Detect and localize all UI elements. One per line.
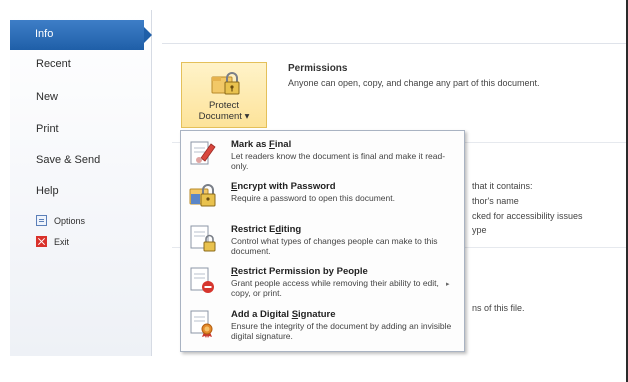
restrict-editing-icon (190, 225, 216, 252)
encrypt-with-password-description: Require a password to open this document… (231, 193, 395, 203)
menu-item-restrict-editing[interactable]: Restrict Editing Control what types of c… (184, 220, 461, 262)
prepare-text-3: cked for accessibility issues (472, 211, 583, 221)
mark-as-final-description: Let readers know the document is final a… (231, 151, 446, 171)
nav-item-info[interactable]: Info (10, 20, 152, 50)
nav-item-new[interactable]: New (36, 91, 58, 103)
digital-signature-description: Ensure the integrity of the document by … (231, 321, 452, 341)
protect-document-menu: Mark as Final Let readers know the docum… (180, 130, 465, 352)
encrypt-lock-icon (189, 184, 216, 207)
digital-signature-title: Add a Digital Signature (231, 309, 336, 320)
restrict-editing-title: Restrict Editing (231, 224, 302, 235)
restrict-editing-description: Control what types of changes people can… (231, 236, 438, 256)
menu-item-mark-as-final[interactable]: Mark as Final Let readers know the docum… (184, 135, 461, 177)
menu-item-restrict-permission-by-people[interactable]: Restrict Permission by People Grant peop… (184, 262, 461, 304)
restrict-permission-icon (190, 267, 214, 293)
options-icon (36, 215, 47, 226)
permissions-description: Anyone can open, copy, and change any pa… (288, 78, 540, 88)
prepare-text-4: ype (472, 225, 487, 235)
prepare-text-1: that it contains: (472, 181, 533, 191)
menu-item-encrypt-with-password[interactable]: Encrypt with Password Require a password… (184, 177, 461, 219)
nav-item-recent[interactable]: Recent (36, 58, 71, 70)
nav-item-options[interactable]: Options (36, 215, 85, 226)
nav-item-help[interactable]: Help (36, 185, 59, 197)
nav-info-label: Info (35, 28, 54, 40)
header-divider (162, 43, 628, 44)
nav-item-save-send[interactable]: Save & Send (36, 154, 100, 166)
nav-options-label: Options (54, 215, 86, 226)
protect-label-line1: Protect (208, 100, 240, 111)
nav-item-print[interactable]: Print (36, 123, 59, 135)
restrict-permission-description: Grant people access while removing their… (231, 278, 439, 298)
prepare-text-2: thor's name (472, 196, 519, 206)
submenu-arrow-icon: ▸ (446, 281, 450, 288)
protect-document-label: Protect Document ▾ (182, 100, 266, 122)
restrict-permission-title: Restrict Permission by People (231, 266, 368, 277)
backstage-nav: Info Recent New Print Save & Send Help O… (10, 10, 152, 356)
menu-item-add-digital-signature[interactable]: Add a Digital Signature Ensure the integ… (184, 305, 461, 347)
permissions-title: Permissions (288, 63, 348, 74)
nav-item-exit[interactable]: Exit (36, 236, 69, 247)
protect-document-button[interactable]: Protect Document ▾ (181, 62, 267, 128)
exit-icon (36, 236, 47, 247)
mark-final-icon (190, 141, 216, 165)
bottom-margin (0, 366, 628, 382)
nav-exit-label: Exit (54, 236, 70, 247)
versions-text-1: ns of this file. (472, 303, 525, 313)
lock-folder-icon (211, 72, 240, 95)
mark-as-final-title: Mark as Final (231, 139, 292, 150)
digital-signature-icon (190, 310, 213, 338)
encrypt-with-password-title: Encrypt with Password (231, 181, 336, 192)
protect-label-line2: Document ▾ (198, 111, 250, 122)
